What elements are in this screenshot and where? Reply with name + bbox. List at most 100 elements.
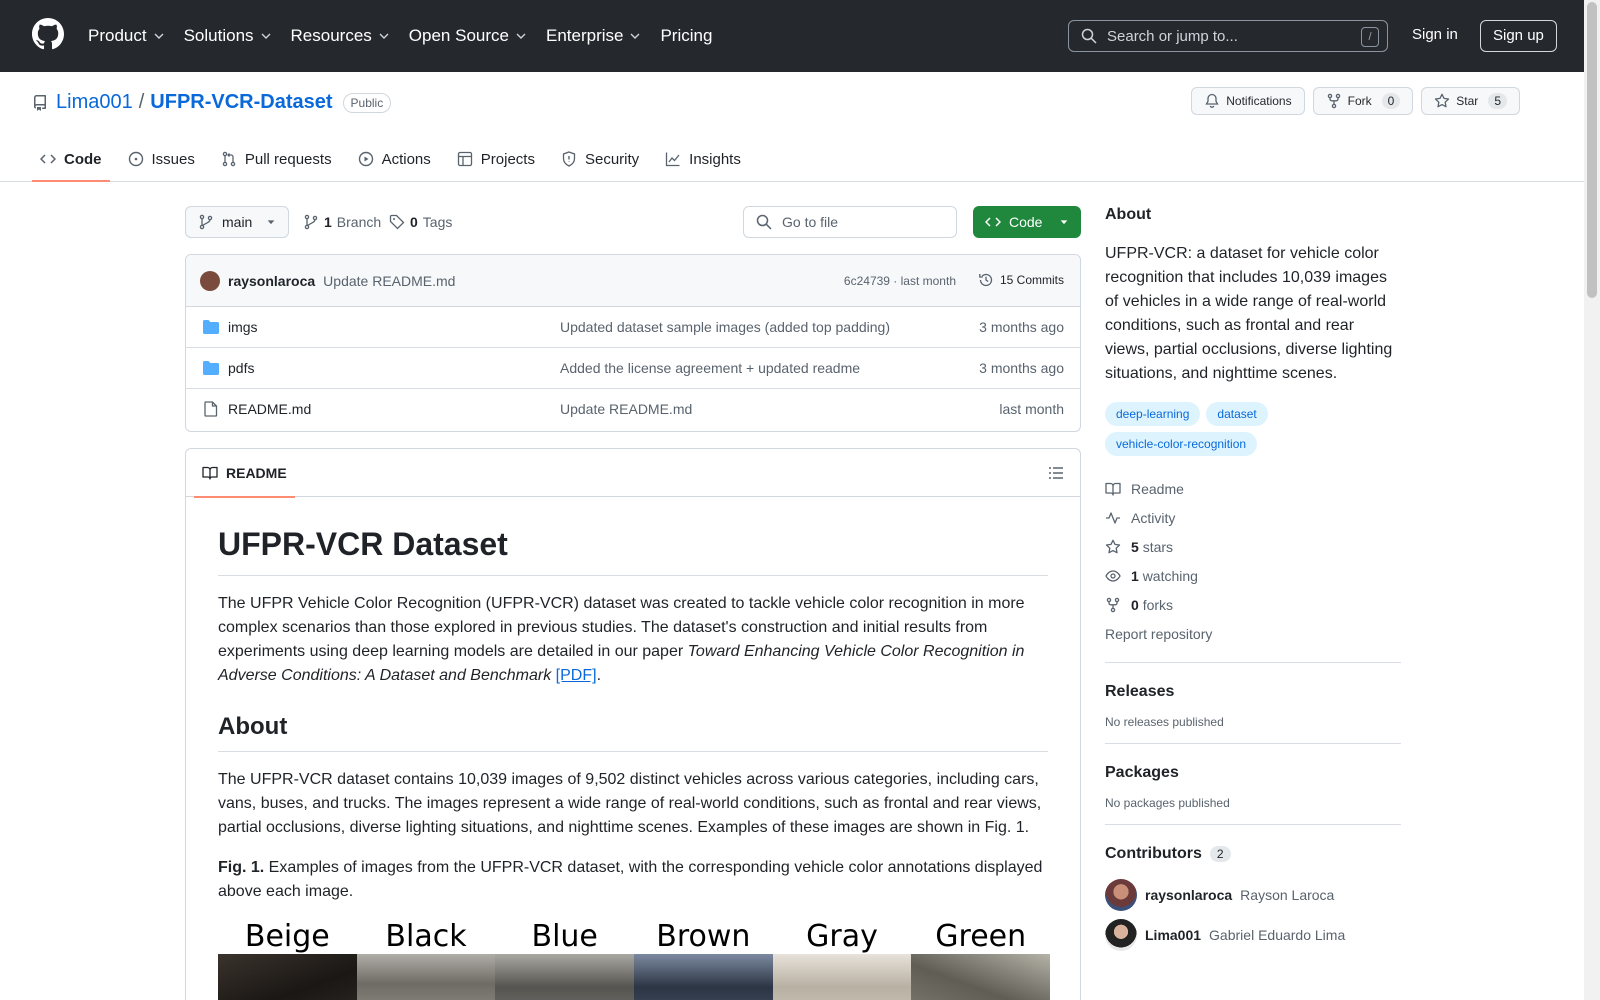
fork-button[interactable]: Fork 0 [1312, 87, 1414, 115]
contributor-login[interactable]: Lima001 [1145, 927, 1201, 943]
figure-column: Gray [772, 920, 912, 1000]
file-row[interactable]: imgs Updated dataset sample images (adde… [186, 307, 1080, 348]
tab-projects[interactable]: Projects [449, 136, 543, 182]
readme-tab[interactable]: README [194, 449, 295, 498]
git-branch-icon [304, 214, 318, 230]
nav-label: Enterprise [545, 26, 624, 45]
topic-tag[interactable]: dataset [1206, 402, 1268, 426]
branch-selector[interactable]: main [185, 206, 289, 238]
contributors-heading[interactable]: Contributors 2 [1105, 845, 1401, 863]
activity-link[interactable]: Activity [1105, 503, 1401, 532]
code-dropdown-button[interactable]: Code [973, 206, 1081, 238]
repo-path-separator: / [138, 91, 145, 113]
sign-up-button[interactable]: Sign up [1480, 20, 1557, 52]
contributor-item[interactable]: raysonlaroca Rayson Laroca [1105, 875, 1401, 915]
avatar[interactable] [200, 270, 220, 291]
nav-label: Product [88, 26, 147, 45]
nav-label: Pricing [660, 26, 713, 45]
pdf-link[interactable]: [PDF] [556, 667, 597, 684]
stars-link[interactable]: 5 stars [1105, 532, 1401, 561]
file-name-link[interactable]: pdfs [228, 360, 254, 376]
releases-heading[interactable]: Releases [1105, 683, 1401, 701]
file-name-link[interactable]: README.md [228, 401, 311, 417]
avatar[interactable] [1105, 919, 1137, 951]
nav-label: Resources [290, 26, 372, 45]
readme-tab-label: README [226, 465, 287, 481]
stars-text: 5 stars [1131, 539, 1173, 555]
sign-in-link[interactable]: Sign in [1412, 26, 1458, 43]
commit-message-link[interactable]: Update README.md [323, 273, 455, 289]
nav-resources[interactable]: Resources [291, 26, 390, 46]
vehicle-image [634, 954, 773, 1000]
nav-open-source[interactable]: Open Source [409, 26, 527, 46]
packages-empty-text: No packages published [1105, 796, 1230, 810]
stars-count: 5 [1131, 538, 1139, 555]
commits-count: 15 Commits [999, 273, 1064, 287]
nav-label: Open Source [408, 26, 509, 45]
nav-enterprise[interactable]: Enterprise [546, 26, 641, 46]
scrollbar-thumb[interactable] [1587, 2, 1597, 298]
tab-issues[interactable]: Issues [120, 136, 203, 182]
fork-label: Fork [1347, 94, 1372, 108]
shield-icon [562, 151, 576, 167]
global-header: Product Solutions Resources Open Source … [0, 0, 1584, 72]
notifications-label: Notifications [1226, 94, 1292, 108]
caret-down-icon [1060, 220, 1068, 225]
topic-tag[interactable]: vehicle-color-recognition [1105, 432, 1258, 456]
repo-name-link[interactable]: UFPR-VCR-Dataset [150, 91, 332, 114]
report-repository-link[interactable]: Report repository [1105, 619, 1401, 648]
contributors-label: Contributors [1105, 845, 1202, 862]
color-label: Beige [244, 919, 330, 955]
color-label: Green [935, 919, 1027, 955]
file-name-link[interactable]: imgs [228, 319, 258, 335]
repo-owner-link[interactable]: Lima001 [56, 91, 133, 114]
file-commit-message[interactable]: Update README.md [560, 401, 692, 417]
avatar[interactable] [1105, 879, 1137, 911]
readme-link[interactable]: Readme [1105, 474, 1401, 503]
nav-solutions[interactable]: Solutions [184, 26, 272, 46]
star-button[interactable]: Star 5 [1421, 87, 1520, 115]
search-placeholder: Search or jump to... [1107, 27, 1238, 45]
github-logo-icon[interactable] [32, 18, 64, 50]
notifications-button[interactable]: Notifications [1191, 87, 1305, 115]
search-icon [1081, 28, 1097, 44]
list-unordered-icon[interactable] [1048, 465, 1064, 481]
page-scrollbar[interactable] [1584, 0, 1600, 1000]
global-search-input[interactable]: Search or jump to... / [1068, 20, 1388, 52]
forks-link[interactable]: 0 forks [1105, 590, 1401, 619]
nav-pricing[interactable]: Pricing [660, 26, 712, 46]
packages-heading[interactable]: Packages [1105, 764, 1401, 782]
tags-link[interactable]: 0 Tags [389, 214, 452, 230]
watching-text: 1 watching [1131, 568, 1198, 584]
file-row[interactable]: pdfs Added the license agreement + updat… [186, 348, 1080, 389]
chevron-down-icon [261, 33, 271, 39]
file-commit-message[interactable]: Updated dataset sample images (added top… [560, 319, 890, 335]
contributor-item[interactable]: Lima001 Gabriel Eduardo Lima [1105, 915, 1401, 955]
tab-actions[interactable]: Actions [350, 136, 439, 182]
tab-insights[interactable]: Insights [657, 136, 749, 182]
file-row[interactable]: README.md Update README.md last month [186, 389, 1080, 430]
watching-count: 1 [1131, 567, 1139, 584]
forks-label: forks [1142, 596, 1174, 613]
branches-link[interactable]: 1 Branch [303, 214, 381, 230]
contributor-login[interactable]: raysonlaroca [1145, 887, 1232, 903]
chevron-down-icon [154, 33, 164, 39]
watchers-link[interactable]: 1 watching [1105, 561, 1401, 590]
nav-product[interactable]: Product [88, 26, 165, 46]
color-label: Blue [531, 919, 598, 955]
figure-column: Brown [634, 920, 773, 1000]
tab-code[interactable]: Code [32, 136, 110, 182]
go-to-file-input[interactable]: Go to file [743, 206, 957, 238]
file-list: raysonlaroca Update README.md 6c24739 · … [185, 254, 1081, 432]
tab-security[interactable]: Security [553, 136, 647, 182]
commit-author-link[interactable]: raysonlaroca [228, 273, 315, 289]
go-to-file-placeholder: Go to file [782, 214, 839, 230]
tab-pull-requests[interactable]: Pull requests [213, 136, 340, 182]
commit-meta[interactable]: 6c24739 · last month [844, 274, 956, 288]
file-date: 3 months ago [979, 360, 1064, 376]
search-shortcut-key: / [1361, 27, 1379, 47]
commits-history-link[interactable]: 15 Commits [978, 272, 1064, 288]
topic-tag[interactable]: deep-learning [1105, 402, 1201, 426]
file-commit-message[interactable]: Added the license agreement + updated re… [560, 360, 860, 376]
code-icon [985, 217, 1001, 227]
